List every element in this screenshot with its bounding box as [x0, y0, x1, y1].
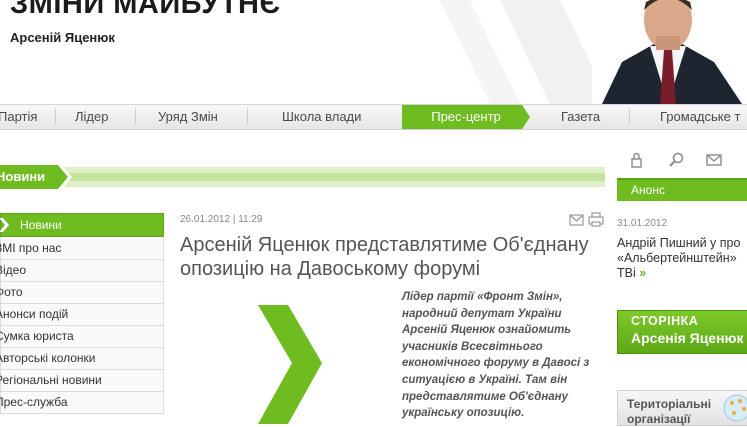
- sidebar-item-author-columns[interactable]: Авторські колонки: [0, 348, 164, 370]
- more-link[interactable]: »: [639, 266, 646, 280]
- sidebar-item-press-service[interactable]: Прес-служба: [0, 392, 164, 414]
- lock-icon[interactable]: [631, 152, 642, 168]
- site-title[interactable]: ЗМІНИ МАЙБУТНЄ: [10, 0, 281, 21]
- nav-separator: [629, 109, 630, 125]
- section-header-announcements: Анонс: [617, 178, 747, 201]
- site-subtitle: Арсеній Яценюк: [10, 30, 115, 45]
- section-header-news: Новини: [0, 165, 605, 189]
- banner-line-1: СТОРІНКА: [631, 314, 699, 328]
- nav-item-newspaper[interactable]: Газета: [561, 105, 600, 129]
- sidebar-item-label: ЗМІ про нас: [0, 241, 62, 255]
- nav-item-government[interactable]: Уряд Змін: [158, 105, 218, 129]
- sidebar-item-video[interactable]: Відео: [0, 260, 164, 282]
- banner-line-2: Арсенія Яценюк: [631, 330, 744, 346]
- site-header: ЗМІНИ МАЙБУТНЄ Арсеній Яценюк: [0, 0, 747, 104]
- nav-item-public[interactable]: Громадське т: [660, 105, 740, 129]
- nav-item-party[interactable]: Партія: [0, 105, 37, 129]
- nav-separator: [135, 109, 136, 125]
- announcement-text[interactable]: Андрій Пишний у про «Альбертейнштейн» ТВ…: [617, 236, 747, 281]
- search-icon[interactable]: [669, 152, 684, 167]
- sidebar-item-label: Авторські колонки: [0, 351, 96, 365]
- announcement-line: Андрій Пишний у про: [617, 236, 741, 250]
- nav-item-press-center-label: Прес-центр: [431, 109, 501, 124]
- announcement-line: «Альбертейнштейн»: [617, 251, 737, 265]
- sidebar-item-photo[interactable]: Фото: [0, 282, 164, 304]
- leader-page-banner[interactable]: СТОРІНКА Арсенія Яценюк: [617, 310, 747, 354]
- main-nav: Партія Лідер Уряд Змін Школа влади Прес-…: [0, 104, 747, 130]
- sidebar-item-news[interactable]: Новини: [0, 213, 164, 237]
- org-banner-line-1: Територіальні: [627, 397, 712, 411]
- article-image[interactable]: [180, 287, 394, 424]
- print-icon[interactable]: [588, 212, 604, 227]
- sidebar-item-label: Прес-служба: [0, 395, 68, 409]
- chevron-right-icon: [0, 218, 9, 232]
- article-date: 26.01.2012 | 11:29: [180, 214, 263, 225]
- sidebar-item-label: Анонси подій: [0, 307, 69, 321]
- sidebar-item-label: Відео: [0, 263, 27, 277]
- announcement-date: 31.01.2012: [617, 218, 668, 229]
- sidebar-item-label: Регіональні новини: [0, 373, 102, 387]
- article-tools: [569, 212, 604, 227]
- nav-item-press-center[interactable]: Прес-центр: [402, 105, 530, 129]
- announcements-label: Анонс: [631, 183, 665, 197]
- territorial-organizations-banner[interactable]: Територіальні організації: [617, 390, 747, 426]
- sidebar-menu: Новини ЗМІ про нас Відео Фото Анонси под…: [0, 213, 164, 414]
- announcement-line: ТВі: [617, 266, 636, 280]
- sidebar-item-regional-news[interactable]: Регіональні новини: [0, 370, 164, 392]
- article-lead: Лідер партії «Фронт Змін», народний депу…: [402, 291, 590, 420]
- nav-separator: [55, 109, 56, 125]
- nav-item-leader[interactable]: Лідер: [75, 105, 108, 129]
- email-icon[interactable]: [569, 214, 584, 226]
- utility-icons: [631, 152, 722, 168]
- leader-portrait: [592, 0, 747, 104]
- sidebar-item-label: Фото: [0, 285, 23, 299]
- nav-separator: [247, 109, 248, 125]
- news-bar-label: Новини: [0, 169, 46, 184]
- sidebar-item-media-about-us[interactable]: ЗМІ про нас: [0, 238, 164, 260]
- article-title[interactable]: Арсеній Яценюк представлятиме Об'єднану …: [180, 233, 605, 281]
- org-banner-label: Територіальні організації: [627, 397, 711, 427]
- globe-icon: [723, 394, 747, 422]
- sidebar-item-lawyer-bag[interactable]: Сумка юриста: [0, 326, 164, 348]
- sidebar-item-label: Сумка юриста: [0, 329, 74, 343]
- nav-item-school[interactable]: Школа влади: [282, 105, 361, 129]
- news-bar-shape: [0, 165, 605, 189]
- sidebar-item-label: Новини: [20, 218, 62, 232]
- sidebar-item-announcements[interactable]: Анонси подій: [0, 304, 164, 326]
- mail-icon[interactable]: [706, 154, 722, 166]
